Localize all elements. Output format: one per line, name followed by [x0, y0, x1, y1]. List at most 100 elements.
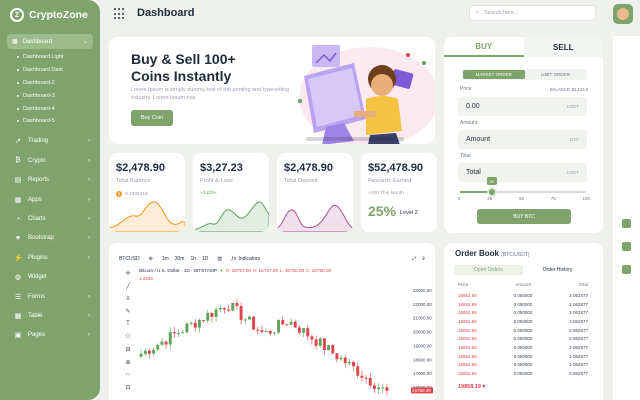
limit-order-tab[interactable]: LIMIT ORDER — [525, 70, 587, 79]
crosshair-icon[interactable]: ✛ — [125, 270, 130, 277]
tab-buy[interactable]: BUY — [444, 37, 524, 57]
bell-icon[interactable] — [622, 265, 631, 274]
order-book-row[interactable]: 16852.65 0.050000 2.062877 — [458, 369, 588, 378]
order-book-row[interactable]: 16852.65 0.050000 2.062877 — [458, 300, 588, 309]
reward-percent: 25% — [368, 203, 397, 219]
sidebar-item-pages[interactable]: ▣ Pages › — [0, 326, 100, 345]
candle-body — [143, 350, 147, 354]
pattern-icon[interactable]: ⚇ — [125, 333, 130, 340]
avatar[interactable] — [613, 4, 633, 24]
buy-btc-button[interactable]: BUY BTC — [477, 209, 571, 224]
tab-sell[interactable]: SELL — [523, 37, 603, 57]
trendline-icon[interactable]: ╱ — [126, 283, 130, 290]
order-book-row[interactable]: 16852.65 0.050000 2.062877 — [458, 317, 588, 326]
zoom-icon[interactable]: ⊕ — [125, 359, 130, 366]
camera-icon[interactable]: ⌾ — [422, 256, 425, 262]
chevron-right-icon: › — [88, 235, 90, 242]
logo-icon: Z — [10, 8, 24, 22]
sparkline-area — [277, 204, 353, 232]
stat-card: $52,478.90 Rewards Earned +200 This Month 2… — [361, 153, 437, 232]
sidebar-subitem[interactable]: Dashboard-3 — [0, 89, 100, 102]
magnet-icon[interactable]: ∩ — [126, 372, 130, 378]
stat-value: $2,478.90 — [116, 162, 165, 174]
market-order-tab[interactable]: MARKET ORDER — [463, 70, 525, 79]
apps-icon: ▦ — [14, 196, 22, 204]
sidebar-item-apps[interactable]: ▦ Apps › — [0, 190, 100, 209]
sidebar-subitem-label: Dashboard-5 — [23, 118, 55, 125]
sidebar-item-forms[interactable]: ☰ Forms › — [0, 287, 100, 306]
tab-order-history[interactable]: Order History — [523, 265, 592, 275]
candlestick-chart[interactable]: 23000.00 22000.00 21000.00 20000.00 19000.00… — [137, 265, 435, 400]
interval-1h[interactable]: 1h — [190, 256, 196, 262]
grid-menu-icon[interactable] — [114, 8, 126, 20]
symbol-label[interactable]: BTCUSD — [119, 256, 140, 262]
sidebar-subitem[interactable]: Dashboard Dark — [0, 64, 100, 77]
slider-tick: 50 — [518, 196, 524, 201]
candle-body — [252, 316, 256, 330]
lock-icon[interactable]: ⊡ — [125, 384, 130, 391]
candle-body — [385, 387, 389, 391]
hero-description: Lorem Ipsum is simply dummy text of the … — [131, 87, 290, 102]
fullscreen-icon[interactable]: ⤢ — [412, 256, 416, 262]
slider-value: 25 — [486, 177, 497, 185]
slider-tick: 25 — [487, 196, 493, 201]
reward-level: Level 2 — [400, 210, 418, 216]
price-field[interactable]: 0.00 USDT — [458, 97, 587, 116]
order-book-row[interactable]: 16852.65 0.050000 2.062877 — [458, 291, 588, 300]
candle-body — [285, 324, 289, 326]
candle-body — [260, 330, 264, 332]
order-book-row[interactable]: 16852.65 0.050000 2.062877 — [458, 334, 588, 343]
candle-type-icon[interactable]: ▥ — [217, 256, 222, 262]
search-input[interactable]: ⌕ Search here... — [469, 5, 596, 21]
chevron-right-icon: › — [88, 293, 90, 300]
mail-icon[interactable] — [622, 242, 631, 251]
indicators-button[interactable]: ƒx Indicators — [231, 256, 260, 262]
chevron-right-icon: › — [88, 196, 90, 203]
sidebar-item-reports[interactable]: ▤ Reports › — [0, 171, 100, 190]
candle-body — [343, 357, 347, 364]
stat-card: $2,478.90 Total Deposit — [277, 153, 353, 232]
candle-body — [289, 321, 293, 325]
sidebar-item-crypto[interactable]: ₿ Crypto › — [0, 151, 100, 170]
tab-open-orders[interactable]: Open Orders — [454, 265, 523, 275]
order-book-row[interactable]: 16852.65 0.050000 2.062877 — [458, 326, 588, 335]
sidebar-item-dashboard[interactable]: ▦ Dashboard ⌄ — [7, 34, 93, 49]
sidebar-item-table[interactable]: ▦ Table › — [0, 306, 100, 325]
bullet-icon — [17, 120, 19, 123]
interval-1D[interactable]: 1D — [202, 256, 208, 262]
amount-field[interactable]: Amount BTC — [458, 130, 587, 149]
sidebar-subitem[interactable]: Dashboard Light — [0, 51, 100, 64]
sidebar-subitem[interactable]: Dashboard-4 — [0, 102, 100, 115]
interval-30m[interactable]: 30m — [175, 256, 185, 262]
order-book-row[interactable]: 16852.65 0.050000 2.062877 — [458, 343, 588, 352]
ohlc-part: 15760.00 — [311, 268, 332, 273]
hline-icon[interactable]: ≡ — [126, 296, 130, 302]
buy-coin-button[interactable]: Buy Coin — [131, 110, 173, 126]
sidebar-item-charts[interactable]: ◔ Charts › — [0, 209, 100, 228]
total-field[interactable]: Total USDT — [458, 163, 587, 182]
sidebar-item-widget[interactable]: ◍ Widget — [0, 268, 100, 287]
add-symbol-icon[interactable]: ⊕ — [149, 256, 153, 262]
sidebar-item-plugins[interactable]: ⚡ Plugins › — [0, 248, 100, 267]
slider-tick: 75 — [550, 196, 556, 201]
dashboard-icon: ▦ — [12, 39, 18, 45]
amount-slider[interactable]: 25 — [460, 177, 586, 197]
sidebar-item-trading[interactable]: ↗ Trading › — [0, 132, 100, 151]
order-book-row[interactable]: 16852.65 0.050000 2.062877 — [458, 352, 588, 361]
ruler-icon[interactable]: ⊟ — [125, 346, 130, 353]
sidebar-subitem[interactable]: Dashboard-2 — [0, 77, 100, 90]
candle-body — [193, 322, 197, 328]
sidebar-item-label: Table — [28, 312, 43, 319]
candle-body — [206, 312, 210, 321]
text-icon[interactable]: T — [126, 321, 130, 327]
interval-1m[interactable]: 1m — [162, 256, 169, 262]
pen-icon[interactable]: ✎ — [125, 308, 130, 315]
order-book-row[interactable]: 16852.65 0.050000 2.062877 — [458, 361, 588, 370]
settings-icon[interactable] — [622, 219, 631, 228]
sidebar-item-label: Trading — [28, 138, 49, 145]
order-book-row[interactable]: 16852.65 0.050000 2.062877 — [458, 308, 588, 317]
logo[interactable]: Z CryptoZone — [0, 0, 100, 30]
sidebar-item-bootstrap[interactable]: ♥ Bootstrap › — [0, 229, 100, 248]
sidebar-subitem[interactable]: Dashboard-5 — [0, 115, 100, 128]
trade-panel: BUY SELL MARKET ORDER LIMIT ORDER Price … — [444, 37, 603, 233]
